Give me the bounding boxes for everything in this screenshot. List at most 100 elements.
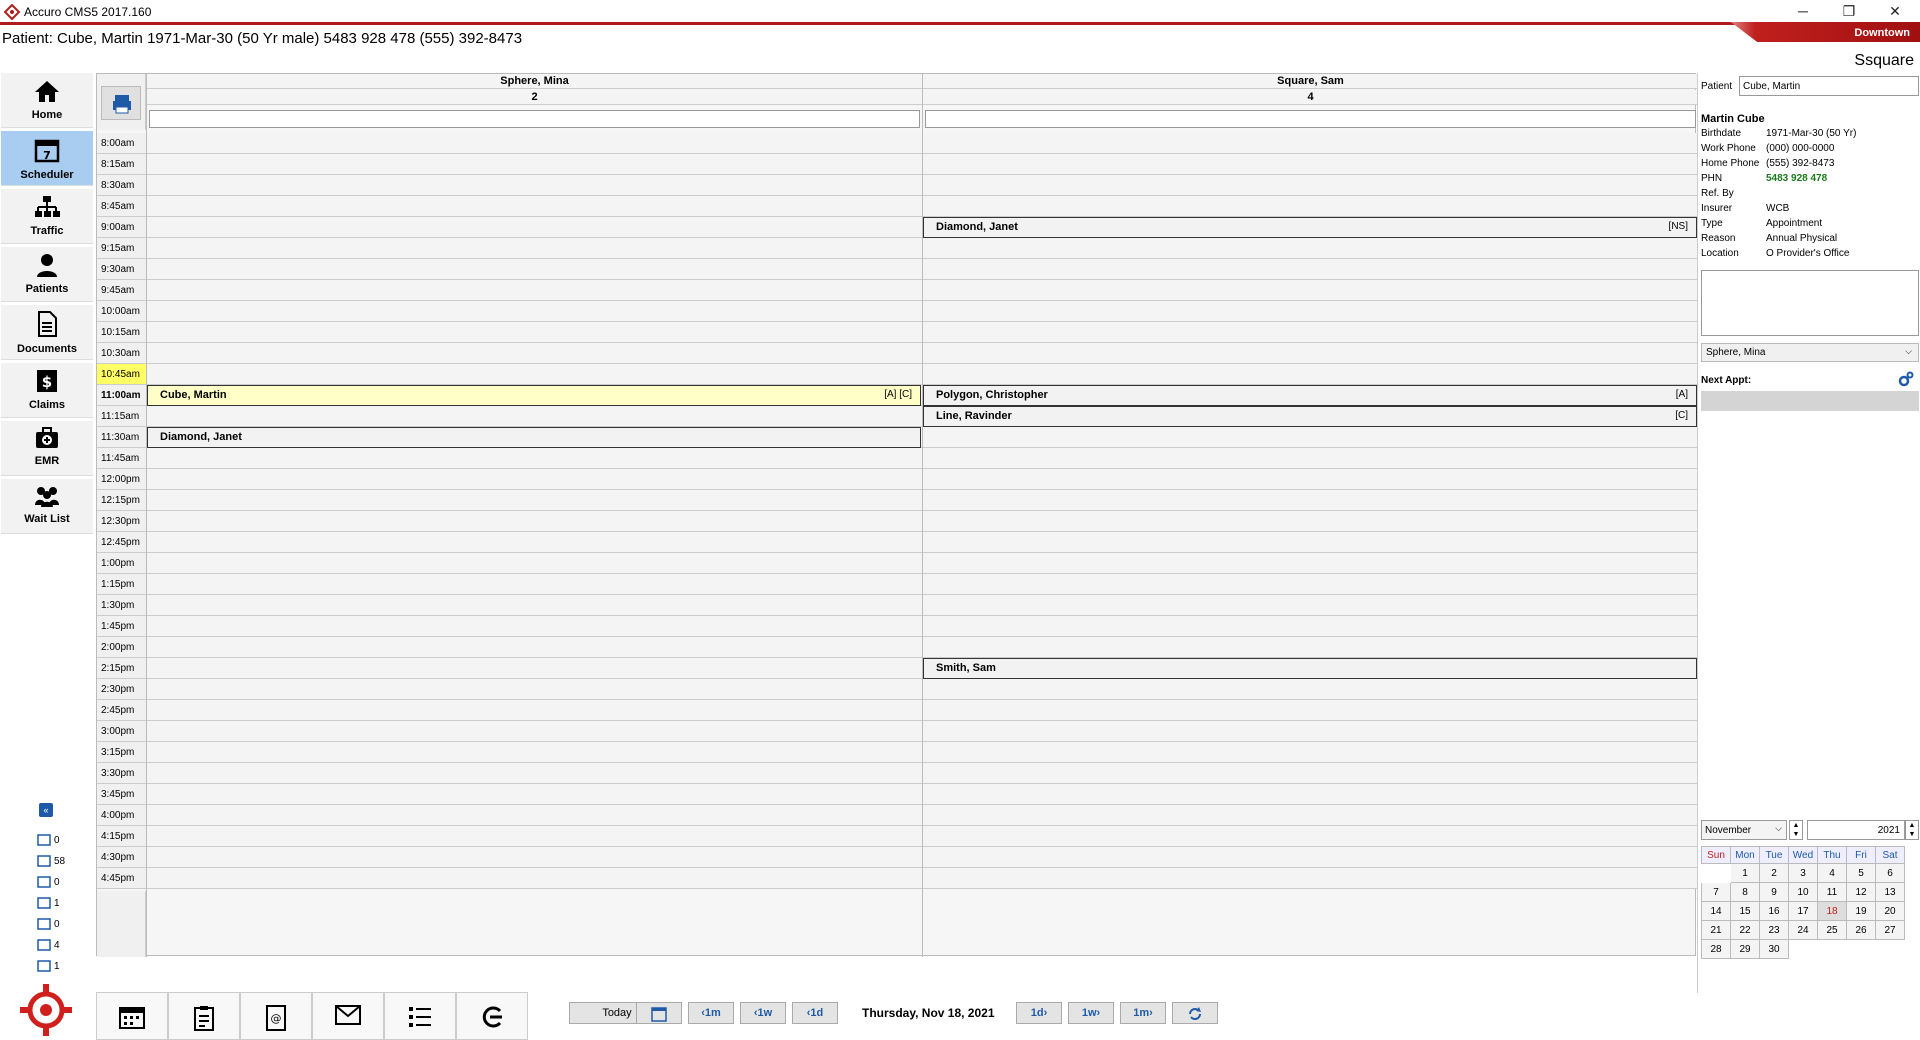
- schedule-slot[interactable]: [147, 553, 922, 574]
- schedule-slot[interactable]: [923, 238, 1698, 259]
- calendar-day[interactable]: 13: [1875, 882, 1905, 902]
- message-icon[interactable]: [36, 958, 52, 974]
- back-month-button[interactable]: ‹1m: [688, 1002, 734, 1024]
- calendar-day[interactable]: 30: [1759, 939, 1789, 959]
- calendar-day[interactable]: 1: [1730, 863, 1760, 883]
- close-button[interactable]: ✕: [1872, 0, 1918, 24]
- schedule-slot[interactable]: [147, 700, 922, 721]
- nav-documents[interactable]: Documents: [1, 305, 93, 360]
- schedule-slot[interactable]: [923, 511, 1698, 532]
- schedule-slot[interactable]: [923, 469, 1698, 490]
- schedule-slot[interactable]: [923, 700, 1698, 721]
- calendar-day[interactable]: 21: [1701, 920, 1731, 940]
- year-field[interactable]: 2021: [1807, 820, 1905, 840]
- notes-tool[interactable]: [168, 992, 240, 1040]
- logout-tool[interactable]: [456, 992, 528, 1040]
- address-book-tool[interactable]: @: [240, 992, 312, 1040]
- calendar-day[interactable]: 15: [1730, 901, 1760, 921]
- year-spinner[interactable]: ▲ ▼: [1905, 820, 1919, 840]
- minimize-button[interactable]: ─: [1780, 0, 1826, 24]
- tasks-icon[interactable]: [36, 874, 52, 890]
- schedule-slot[interactable]: [923, 595, 1698, 616]
- schedule-slot[interactable]: [923, 364, 1698, 385]
- calendar-day[interactable]: 17: [1788, 901, 1818, 921]
- schedule-slot[interactable]: [147, 343, 922, 364]
- lab-icon[interactable]: [36, 916, 52, 932]
- schedule-slot[interactable]: [147, 511, 922, 532]
- print-button[interactable]: [101, 86, 141, 120]
- schedule-slot[interactable]: [147, 154, 922, 175]
- schedule-slot[interactable]: [923, 532, 1698, 553]
- restore-button[interactable]: ❐: [1826, 0, 1872, 24]
- schedule-slot[interactable]: [147, 532, 922, 553]
- schedule-slot[interactable]: [147, 133, 922, 154]
- refresh-button[interactable]: [1172, 1002, 1218, 1024]
- appointment-book-tool[interactable]: [96, 992, 168, 1040]
- schedule-slot[interactable]: [923, 742, 1698, 763]
- calendar-picker-button[interactable]: [636, 1002, 682, 1024]
- schedule-slot[interactable]: [147, 469, 922, 490]
- appointment-block[interactable]: Smith, Sam: [923, 658, 1697, 679]
- calendar-day[interactable]: 6: [1875, 863, 1905, 883]
- doc-icon[interactable]: [36, 895, 52, 911]
- mail-tool[interactable]: [312, 992, 384, 1040]
- calendar-day[interactable]: 26: [1846, 920, 1876, 940]
- schedule-slot[interactable]: [923, 574, 1698, 595]
- nav-scheduler[interactable]: 7 Scheduler: [1, 131, 93, 186]
- schedule-slot[interactable]: [923, 805, 1698, 826]
- schedule-slot[interactable]: [147, 805, 922, 826]
- calendar-day[interactable]: 3: [1788, 863, 1818, 883]
- calendar-day[interactable]: 18: [1817, 901, 1847, 921]
- appointment-block[interactable]: Cube, Martin [A] [C]: [147, 385, 921, 406]
- schedule-slot[interactable]: [147, 259, 922, 280]
- collapse-nav-button[interactable]: «: [39, 803, 53, 817]
- schedule-slot[interactable]: [923, 427, 1698, 448]
- calendar-day[interactable]: 8: [1730, 882, 1760, 902]
- schedule-slot[interactable]: [147, 574, 922, 595]
- fwd-month-button[interactable]: 1m›: [1120, 1002, 1166, 1024]
- schedule-slot[interactable]: [147, 847, 922, 868]
- calendar-day[interactable]: 12: [1846, 882, 1876, 902]
- calendar-day[interactable]: 16: [1759, 901, 1789, 921]
- schedule-slot[interactable]: [147, 868, 922, 889]
- notes-box[interactable]: [1701, 270, 1919, 336]
- calendar-day[interactable]: 19: [1846, 901, 1876, 921]
- schedule-slot[interactable]: [923, 616, 1698, 637]
- schedule-slot[interactable]: [923, 847, 1698, 868]
- schedule-slot[interactable]: [923, 637, 1698, 658]
- schedule-slot[interactable]: [923, 175, 1698, 196]
- month-select[interactable]: November ⌵: [1701, 820, 1787, 840]
- schedule-slot[interactable]: [147, 658, 922, 679]
- nav-emr[interactable]: EMR: [1, 421, 93, 476]
- appointment-block[interactable]: Diamond, Janet [NS]: [923, 217, 1697, 238]
- schedule-slot[interactable]: [923, 553, 1698, 574]
- schedule-slot[interactable]: [923, 784, 1698, 805]
- schedule-slot[interactable]: [923, 154, 1698, 175]
- nav-traffic[interactable]: Traffic: [1, 189, 93, 244]
- settings-gears-icon[interactable]: [1898, 371, 1914, 387]
- schedule-slot[interactable]: [923, 259, 1698, 280]
- calendar-day[interactable]: 5: [1846, 863, 1876, 883]
- schedule-slot[interactable]: [923, 448, 1698, 469]
- appointment-block[interactable]: Diamond, Janet: [147, 427, 921, 448]
- schedule-slot[interactable]: [147, 280, 922, 301]
- schedule-slot[interactable]: [923, 679, 1698, 700]
- schedule-slot[interactable]: [923, 301, 1698, 322]
- schedule-slot[interactable]: [147, 448, 922, 469]
- schedule-slot[interactable]: [147, 238, 922, 259]
- schedule-slot[interactable]: [147, 679, 922, 700]
- schedule-slot[interactable]: [923, 763, 1698, 784]
- schedule-slot[interactable]: [147, 217, 922, 238]
- calendar-day[interactable]: 28: [1701, 939, 1731, 959]
- fwd-week-button[interactable]: 1w›: [1068, 1002, 1114, 1024]
- contacts-icon[interactable]: [36, 832, 52, 848]
- calendar-day[interactable]: 14: [1701, 901, 1731, 921]
- schedule-slot[interactable]: [147, 742, 922, 763]
- schedule-slot[interactable]: [147, 406, 922, 427]
- nav-claims[interactable]: $ Claims: [1, 363, 93, 418]
- appointment-block[interactable]: Line, Ravinder [C]: [923, 406, 1697, 427]
- back-week-button[interactable]: ‹1w: [740, 1002, 786, 1024]
- schedule-slot[interactable]: [923, 133, 1698, 154]
- schedule-slot[interactable]: [923, 280, 1698, 301]
- schedule-slot[interactable]: [147, 301, 922, 322]
